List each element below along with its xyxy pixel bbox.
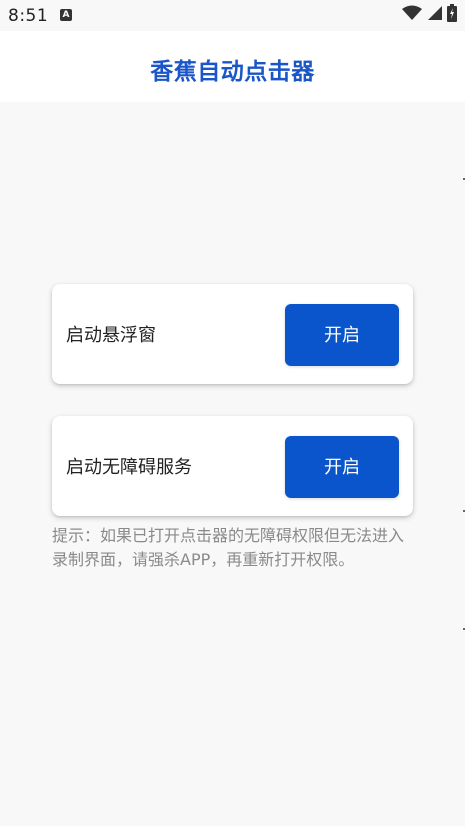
status-bar: 8:51 A bbox=[0, 0, 465, 31]
notification-icon: A bbox=[60, 9, 72, 21]
app-bar: 香蕉自动点击器 bbox=[0, 31, 465, 102]
accessibility-service-card: 启动无障碍服务 开启 bbox=[52, 416, 413, 516]
enable-floating-window-button[interactable]: 开启 bbox=[285, 304, 399, 366]
battery-icon bbox=[447, 4, 457, 26]
status-time: 8:51 bbox=[8, 6, 49, 26]
status-icons bbox=[402, 4, 457, 26]
hint-text: 提示：如果已打开点击器的无障碍权限但无法进入录制界面，请强杀APP，再重新打开权… bbox=[52, 526, 405, 569]
accessibility-service-label: 启动无障碍服务 bbox=[66, 457, 192, 478]
wifi-icon bbox=[402, 5, 422, 25]
app-title: 香蕉自动点击器 bbox=[150, 59, 315, 85]
floating-window-label: 启动悬浮窗 bbox=[66, 325, 156, 346]
enable-accessibility-service-button[interactable]: 开启 bbox=[285, 436, 399, 498]
floating-window-card: 启动悬浮窗 开启 bbox=[52, 284, 413, 384]
signal-icon bbox=[427, 5, 442, 25]
